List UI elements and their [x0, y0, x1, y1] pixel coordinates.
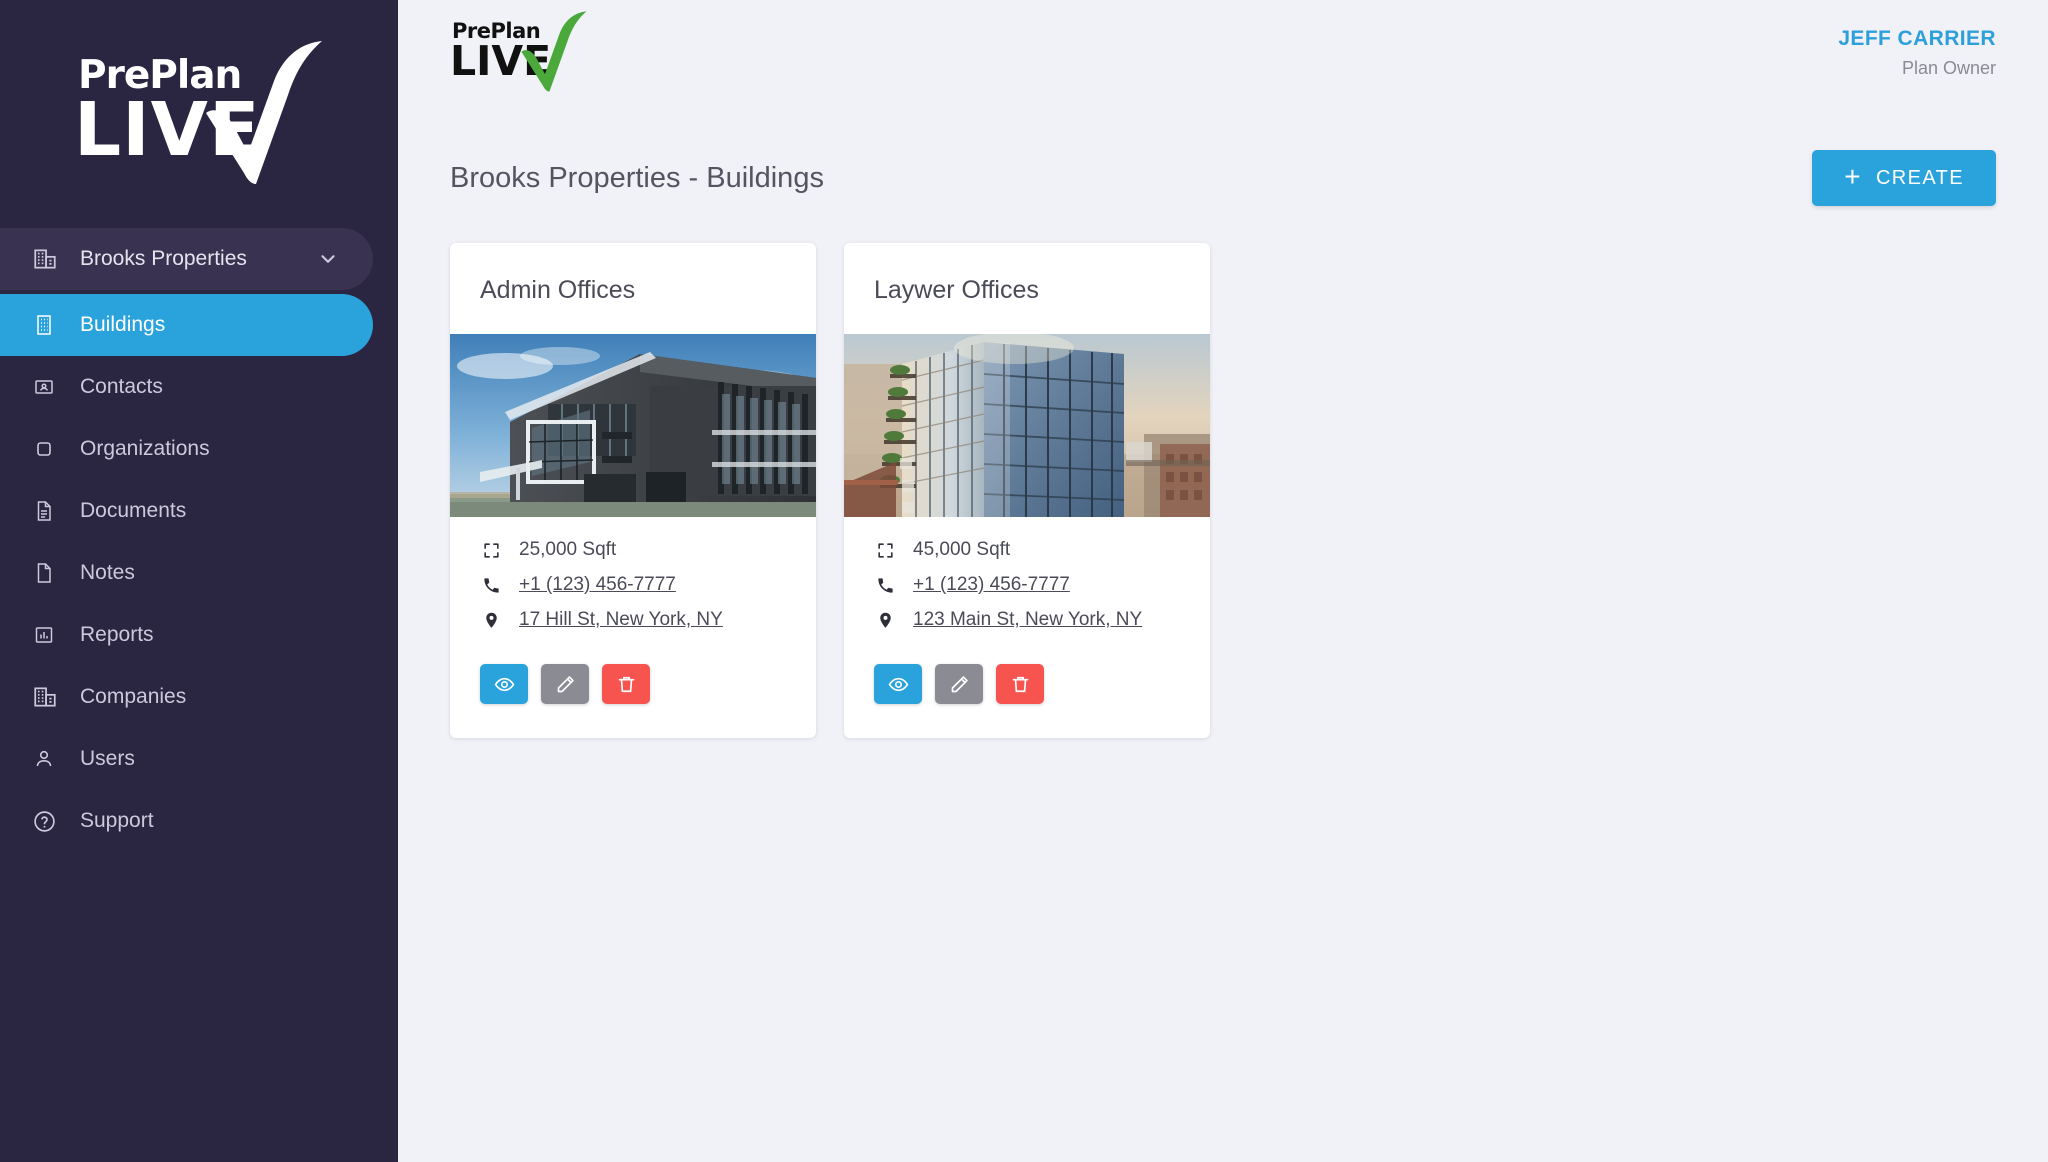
document-icon	[32, 499, 62, 523]
building-phone-row[interactable]: +1 (123) 456-7777	[874, 574, 1180, 596]
page-title: Brooks Properties - Buildings	[450, 161, 824, 194]
company-building-icon	[32, 246, 62, 272]
building-sqft-row: 45,000 Sqft	[874, 539, 1180, 561]
sidebar: PrePlan LIVE Brooks Properties Buildings…	[0, 0, 398, 1162]
sidebar-item-contacts[interactable]: Contacts	[0, 356, 373, 418]
checkmark-icon	[521, 10, 587, 91]
phone-icon	[874, 576, 896, 595]
sidebar-item-label: Buildings	[80, 313, 166, 336]
companies-icon	[32, 684, 62, 710]
building-card-actions	[844, 631, 1210, 738]
building-sqft: 25,000 Sqft	[519, 539, 617, 560]
organization-icon	[32, 437, 62, 461]
sidebar-logo: PrePlan LIVE	[0, 0, 398, 228]
view-button[interactable]	[874, 664, 922, 704]
sidebar-item-label: Companies	[80, 685, 187, 708]
edit-button[interactable]	[541, 664, 589, 704]
location-pin-icon	[874, 611, 896, 630]
sidebar-item-users[interactable]: Users	[0, 728, 373, 790]
building-icon	[32, 313, 62, 337]
building-phone[interactable]: +1 (123) 456-7777	[913, 574, 1070, 596]
building-address-row[interactable]: 123 Main St, New York, NY	[874, 609, 1180, 631]
sidebar-nav: Brooks Properties Buildings Contacts Org…	[0, 228, 398, 852]
sidebar-item-documents[interactable]: Documents	[0, 480, 373, 542]
delete-button[interactable]	[602, 664, 650, 704]
sidebar-item-label: Reports	[80, 623, 154, 646]
location-pin-icon	[480, 611, 502, 630]
phone-icon	[480, 576, 502, 595]
sidebar-item-notes[interactable]: Notes	[0, 542, 373, 604]
help-circle-icon	[32, 809, 62, 834]
building-address-row[interactable]: 17 Hill St, New York, NY	[480, 609, 786, 631]
building-sqft: 45,000 Sqft	[913, 539, 1011, 560]
create-button-label: CREATE	[1875, 166, 1964, 189]
expand-icon	[874, 541, 896, 560]
building-card-title: Laywer Offices	[874, 276, 1039, 304]
brand-name-bottom: LIVE	[74, 87, 261, 173]
building-card-title: Admin Offices	[480, 276, 636, 304]
sidebar-item-companies[interactable]: Companies	[0, 666, 373, 728]
sidebar-item-label: Support	[80, 809, 154, 832]
sidebar-item-label: Documents	[80, 499, 187, 522]
building-card[interactable]: Admin Offices 25,000 Sqft +1 (123) 456-7…	[450, 243, 816, 738]
building-card[interactable]: Laywer Offices 45,000 Sqft +1 (123) 456-…	[844, 243, 1210, 738]
building-card-image	[844, 334, 1210, 517]
sidebar-item-support[interactable]: Support	[0, 790, 373, 852]
sidebar-item-buildings[interactable]: Buildings	[0, 294, 373, 356]
note-icon	[32, 561, 62, 585]
sidebar-item-label: Organizations	[80, 437, 210, 460]
buildings-card-grid: Admin Offices 25,000 Sqft +1 (123) 456-7…	[398, 243, 2048, 738]
sidebar-org-label: Brooks Properties	[80, 247, 247, 270]
building-card-actions	[450, 631, 816, 738]
edit-button[interactable]	[935, 664, 983, 704]
building-address[interactable]: 17 Hill St, New York, NY	[519, 609, 723, 631]
topbar: PrePlan LIVE JEFF CARRIER Plan Owner	[398, 0, 2048, 105]
delete-button[interactable]	[996, 664, 1044, 704]
building-card-meta: 25,000 Sqft +1 (123) 456-7777 17 Hill St…	[450, 517, 816, 631]
sidebar-item-label: Users	[80, 747, 135, 770]
sidebar-item-reports[interactable]: Reports	[0, 604, 373, 666]
user-name[interactable]: JEFF CARRIER	[1838, 25, 1996, 53]
expand-icon	[480, 541, 502, 560]
plus-icon: +	[1844, 161, 1862, 192]
contact-card-icon	[32, 375, 62, 399]
building-sqft-row: 25,000 Sqft	[480, 539, 786, 561]
building-phone-row[interactable]: +1 (123) 456-7777	[480, 574, 786, 596]
building-card-meta: 45,000 Sqft +1 (123) 456-7777 123 Main S…	[844, 517, 1210, 631]
main-content: PrePlan LIVE JEFF CARRIER Plan Owner Bro…	[398, 0, 2048, 1162]
sidebar-item-organizations[interactable]: Organizations	[0, 418, 373, 480]
building-card-image	[450, 334, 816, 517]
chevron-down-icon[interactable]	[317, 248, 347, 270]
header-logo: PrePlan LIVE	[450, 10, 587, 91]
sidebar-org-selector[interactable]: Brooks Properties	[0, 228, 373, 290]
report-chart-icon	[32, 623, 62, 647]
create-button[interactable]: + CREATE	[1812, 150, 1996, 206]
sidebar-item-label: Notes	[80, 561, 135, 584]
user-role: Plan Owner	[1901, 57, 1996, 78]
page-header: Brooks Properties - Buildings + CREATE	[398, 150, 2048, 206]
user-info[interactable]: JEFF CARRIER Plan Owner	[1838, 25, 1996, 80]
sidebar-item-label: Contacts	[80, 375, 163, 398]
view-button[interactable]	[480, 664, 528, 704]
building-address[interactable]: 123 Main St, New York, NY	[913, 609, 1142, 631]
building-phone[interactable]: +1 (123) 456-7777	[519, 574, 676, 596]
user-icon	[32, 747, 62, 771]
